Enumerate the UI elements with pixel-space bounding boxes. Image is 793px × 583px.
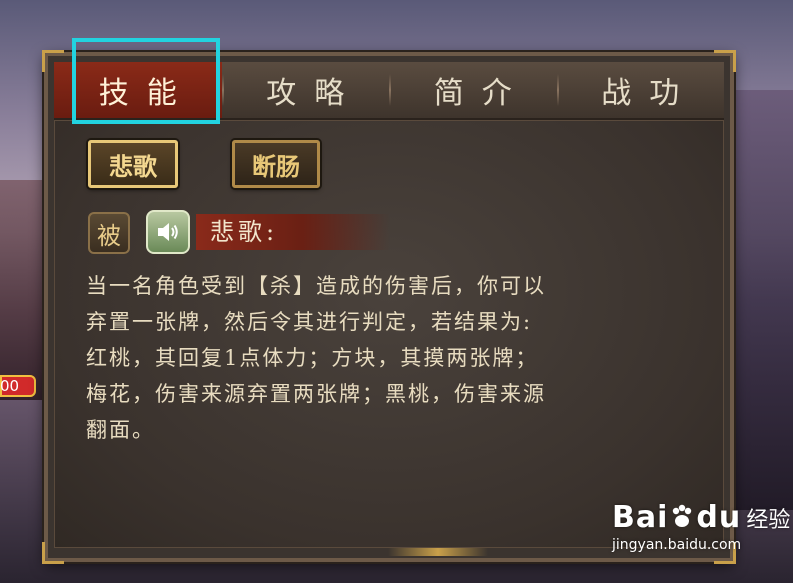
tab-bar: 技能 攻略 简介 战功 — [54, 62, 724, 120]
description-line: 弃置一张牌，然后令其进行判定，若结果为: — [86, 310, 533, 334]
watermark-sub: 经验 — [746, 508, 791, 533]
tab-achievements[interactable]: 战功 — [556, 62, 725, 118]
bottom-ornament — [388, 548, 488, 556]
skill-type-badge: 被 — [88, 212, 130, 254]
baidu-watermark: Bai du 经验 jingyan.baidu.com — [612, 500, 790, 553]
speaker-icon-glyph — [158, 223, 178, 241]
tab-skills[interactable]: 技能 — [54, 62, 222, 118]
watermark-url: jingyan.baidu.com — [612, 537, 742, 553]
side-counter-badge: 00 — [0, 375, 36, 397]
description-line: 红桃，其回复1点体力；方块，其摸两张牌； — [86, 346, 539, 370]
paw-icon — [673, 504, 692, 527]
watermark-brand-suffix: du — [696, 500, 742, 535]
watermark-brand: Bai — [612, 500, 669, 535]
skill-title: 悲歌: — [196, 214, 390, 250]
skill-description: 当一名角色受到【杀】造成的伤害后，你可以 弃置一张牌，然后令其进行判定，若结果为… — [86, 268, 716, 448]
skill-button-duanchang[interactable]: 断肠 — [232, 140, 320, 188]
description-line: 当一名角色受到【杀】造成的伤害后，你可以 — [86, 274, 546, 298]
tab-strategy[interactable]: 攻略 — [221, 62, 390, 118]
speaker-icon[interactable] — [146, 210, 190, 254]
skill-button-beige[interactable]: 悲歌 — [88, 140, 178, 188]
description-line: 翻面。 — [86, 418, 155, 442]
description-line: 梅花，伤害来源弃置两张牌；黑桃，伤害来源 — [86, 382, 546, 406]
tab-introduction[interactable]: 简介 — [389, 62, 557, 118]
